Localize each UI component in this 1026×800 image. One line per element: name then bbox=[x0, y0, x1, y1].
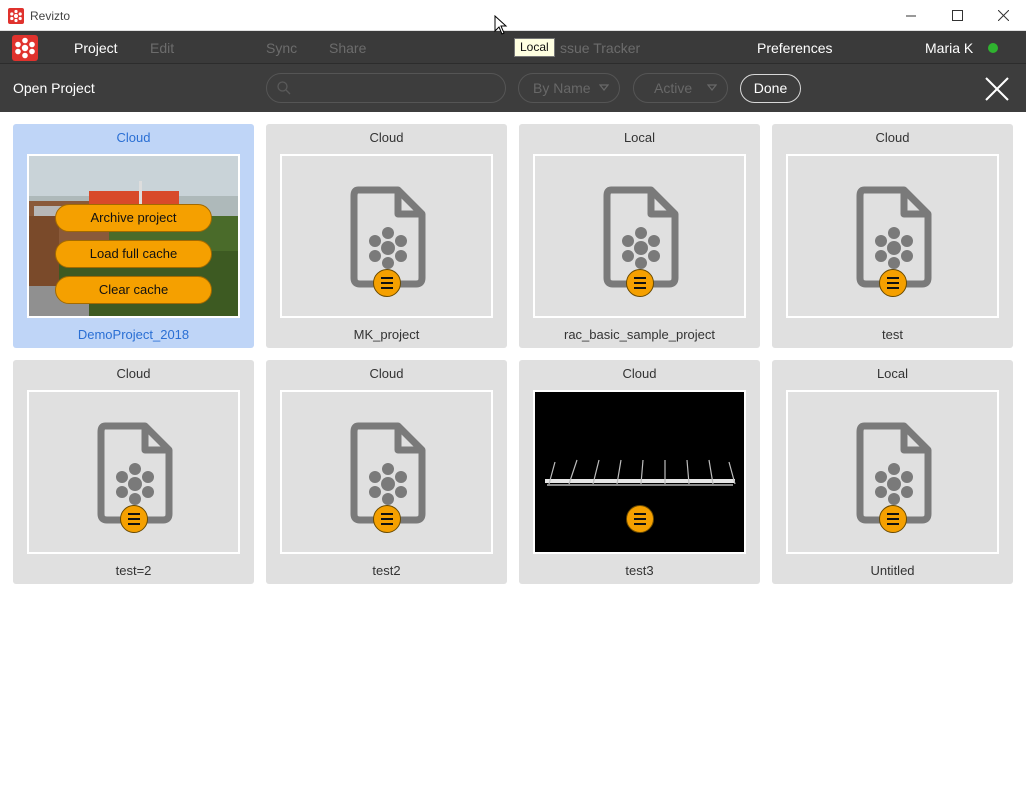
hamburger-icon bbox=[887, 277, 899, 289]
project-name: Untitled bbox=[870, 563, 915, 578]
sort-dropdown-value: By Name bbox=[533, 80, 591, 96]
filter-dropdown[interactable]: Active bbox=[633, 73, 728, 103]
project-thumbnail bbox=[786, 390, 999, 554]
project-menu-button[interactable] bbox=[626, 269, 654, 297]
open-project-toolbar: Open Project By Name Active Done bbox=[0, 64, 1026, 112]
menu-preferences[interactable]: Preferences bbox=[757, 40, 832, 56]
project-thumbnail: Archive project Load full cache Clear ca… bbox=[27, 154, 240, 318]
project-name: test=2 bbox=[115, 563, 152, 578]
close-icon[interactable] bbox=[984, 76, 1010, 102]
search-input[interactable] bbox=[266, 73, 506, 103]
done-button[interactable]: Done bbox=[740, 74, 801, 103]
project-name: test bbox=[882, 327, 903, 342]
project-name: rac_basic_sample_project bbox=[563, 327, 716, 342]
project-name: test2 bbox=[372, 563, 401, 578]
project-menu-button[interactable] bbox=[120, 505, 148, 533]
menu-project[interactable]: Project bbox=[74, 40, 118, 56]
maximize-icon bbox=[951, 10, 963, 21]
hamburger-icon bbox=[887, 513, 899, 525]
project-card[interactable]: Local Untitled bbox=[772, 360, 1013, 584]
project-thumbnail bbox=[786, 154, 999, 318]
close-icon bbox=[997, 10, 1009, 21]
chevron-down-icon bbox=[599, 84, 609, 91]
project-thumbnail bbox=[280, 390, 493, 554]
project-card[interactable]: Cloud MK_project bbox=[266, 124, 507, 348]
window-title: Revizto bbox=[30, 9, 71, 23]
project-status: Cloud bbox=[369, 130, 404, 145]
menu-edit[interactable]: Edit bbox=[150, 40, 174, 56]
project-status: Cloud bbox=[875, 130, 910, 145]
tooltip: Local bbox=[514, 38, 555, 57]
project-status: Cloud bbox=[622, 366, 657, 381]
project-card[interactable]: Cloud test bbox=[772, 124, 1013, 348]
hamburger-icon bbox=[634, 513, 646, 525]
mouse-cursor-icon bbox=[494, 15, 508, 35]
menu-sync[interactable]: Sync bbox=[266, 40, 297, 56]
project-card[interactable]: Cloud test2 bbox=[266, 360, 507, 584]
project-card[interactable]: Local rac_basic_sample_project bbox=[519, 124, 760, 348]
window-close-button[interactable] bbox=[980, 0, 1026, 31]
hamburger-icon bbox=[634, 277, 646, 289]
project-menu-button[interactable] bbox=[879, 505, 907, 533]
project-status: Cloud bbox=[116, 366, 151, 381]
project-card[interactable]: Cloud test=2 bbox=[13, 360, 254, 584]
project-name: test3 bbox=[625, 563, 654, 578]
search-icon bbox=[277, 81, 291, 95]
project-name: DemoProject_2018 bbox=[77, 327, 190, 342]
maximize-button[interactable] bbox=[934, 0, 980, 31]
minimize-button[interactable] bbox=[888, 0, 934, 31]
project-status: Cloud bbox=[116, 130, 151, 145]
hamburger-icon bbox=[128, 513, 140, 525]
project-card[interactable]: Cloud Archive project Load full cache Cl… bbox=[13, 124, 254, 348]
page-title: Open Project bbox=[13, 80, 95, 96]
project-menu-button[interactable] bbox=[626, 505, 654, 533]
menu-issue-tracker[interactable]: ssue Tracker bbox=[560, 40, 640, 56]
minimize-icon bbox=[906, 15, 916, 16]
project-status: Local bbox=[623, 130, 656, 145]
project-card[interactable]: Cloud test3 bbox=[519, 360, 760, 584]
project-name: MK_project bbox=[353, 327, 420, 342]
revizto-app-icon bbox=[8, 8, 24, 24]
project-thumbnail bbox=[280, 154, 493, 318]
archive-project-button[interactable]: Archive project bbox=[55, 204, 212, 232]
menu-share[interactable]: Share bbox=[329, 40, 366, 56]
hamburger-icon bbox=[381, 277, 393, 289]
window-titlebar: Revizto bbox=[0, 0, 1026, 31]
project-status: Cloud bbox=[369, 366, 404, 381]
project-status: Local bbox=[876, 366, 909, 381]
load-full-cache-button[interactable]: Load full cache bbox=[55, 240, 212, 268]
filter-dropdown-value: Active bbox=[654, 80, 693, 96]
project-menu-button[interactable] bbox=[373, 505, 401, 533]
user-name[interactable]: Maria K bbox=[925, 40, 973, 56]
project-thumbnail bbox=[533, 390, 746, 554]
user-status-indicator bbox=[988, 43, 998, 53]
revizto-logo-icon[interactable] bbox=[12, 35, 38, 61]
menu-bar: Project Edit Sync Share ssue Tracker Pre… bbox=[0, 31, 1026, 64]
chevron-down-icon bbox=[707, 84, 717, 91]
project-menu-button[interactable] bbox=[879, 269, 907, 297]
clear-cache-button[interactable]: Clear cache bbox=[55, 276, 212, 304]
hamburger-icon bbox=[381, 513, 393, 525]
sort-dropdown[interactable]: By Name bbox=[518, 73, 620, 103]
project-thumbnail bbox=[533, 154, 746, 318]
project-menu-button[interactable] bbox=[373, 269, 401, 297]
project-thumbnail bbox=[27, 390, 240, 554]
